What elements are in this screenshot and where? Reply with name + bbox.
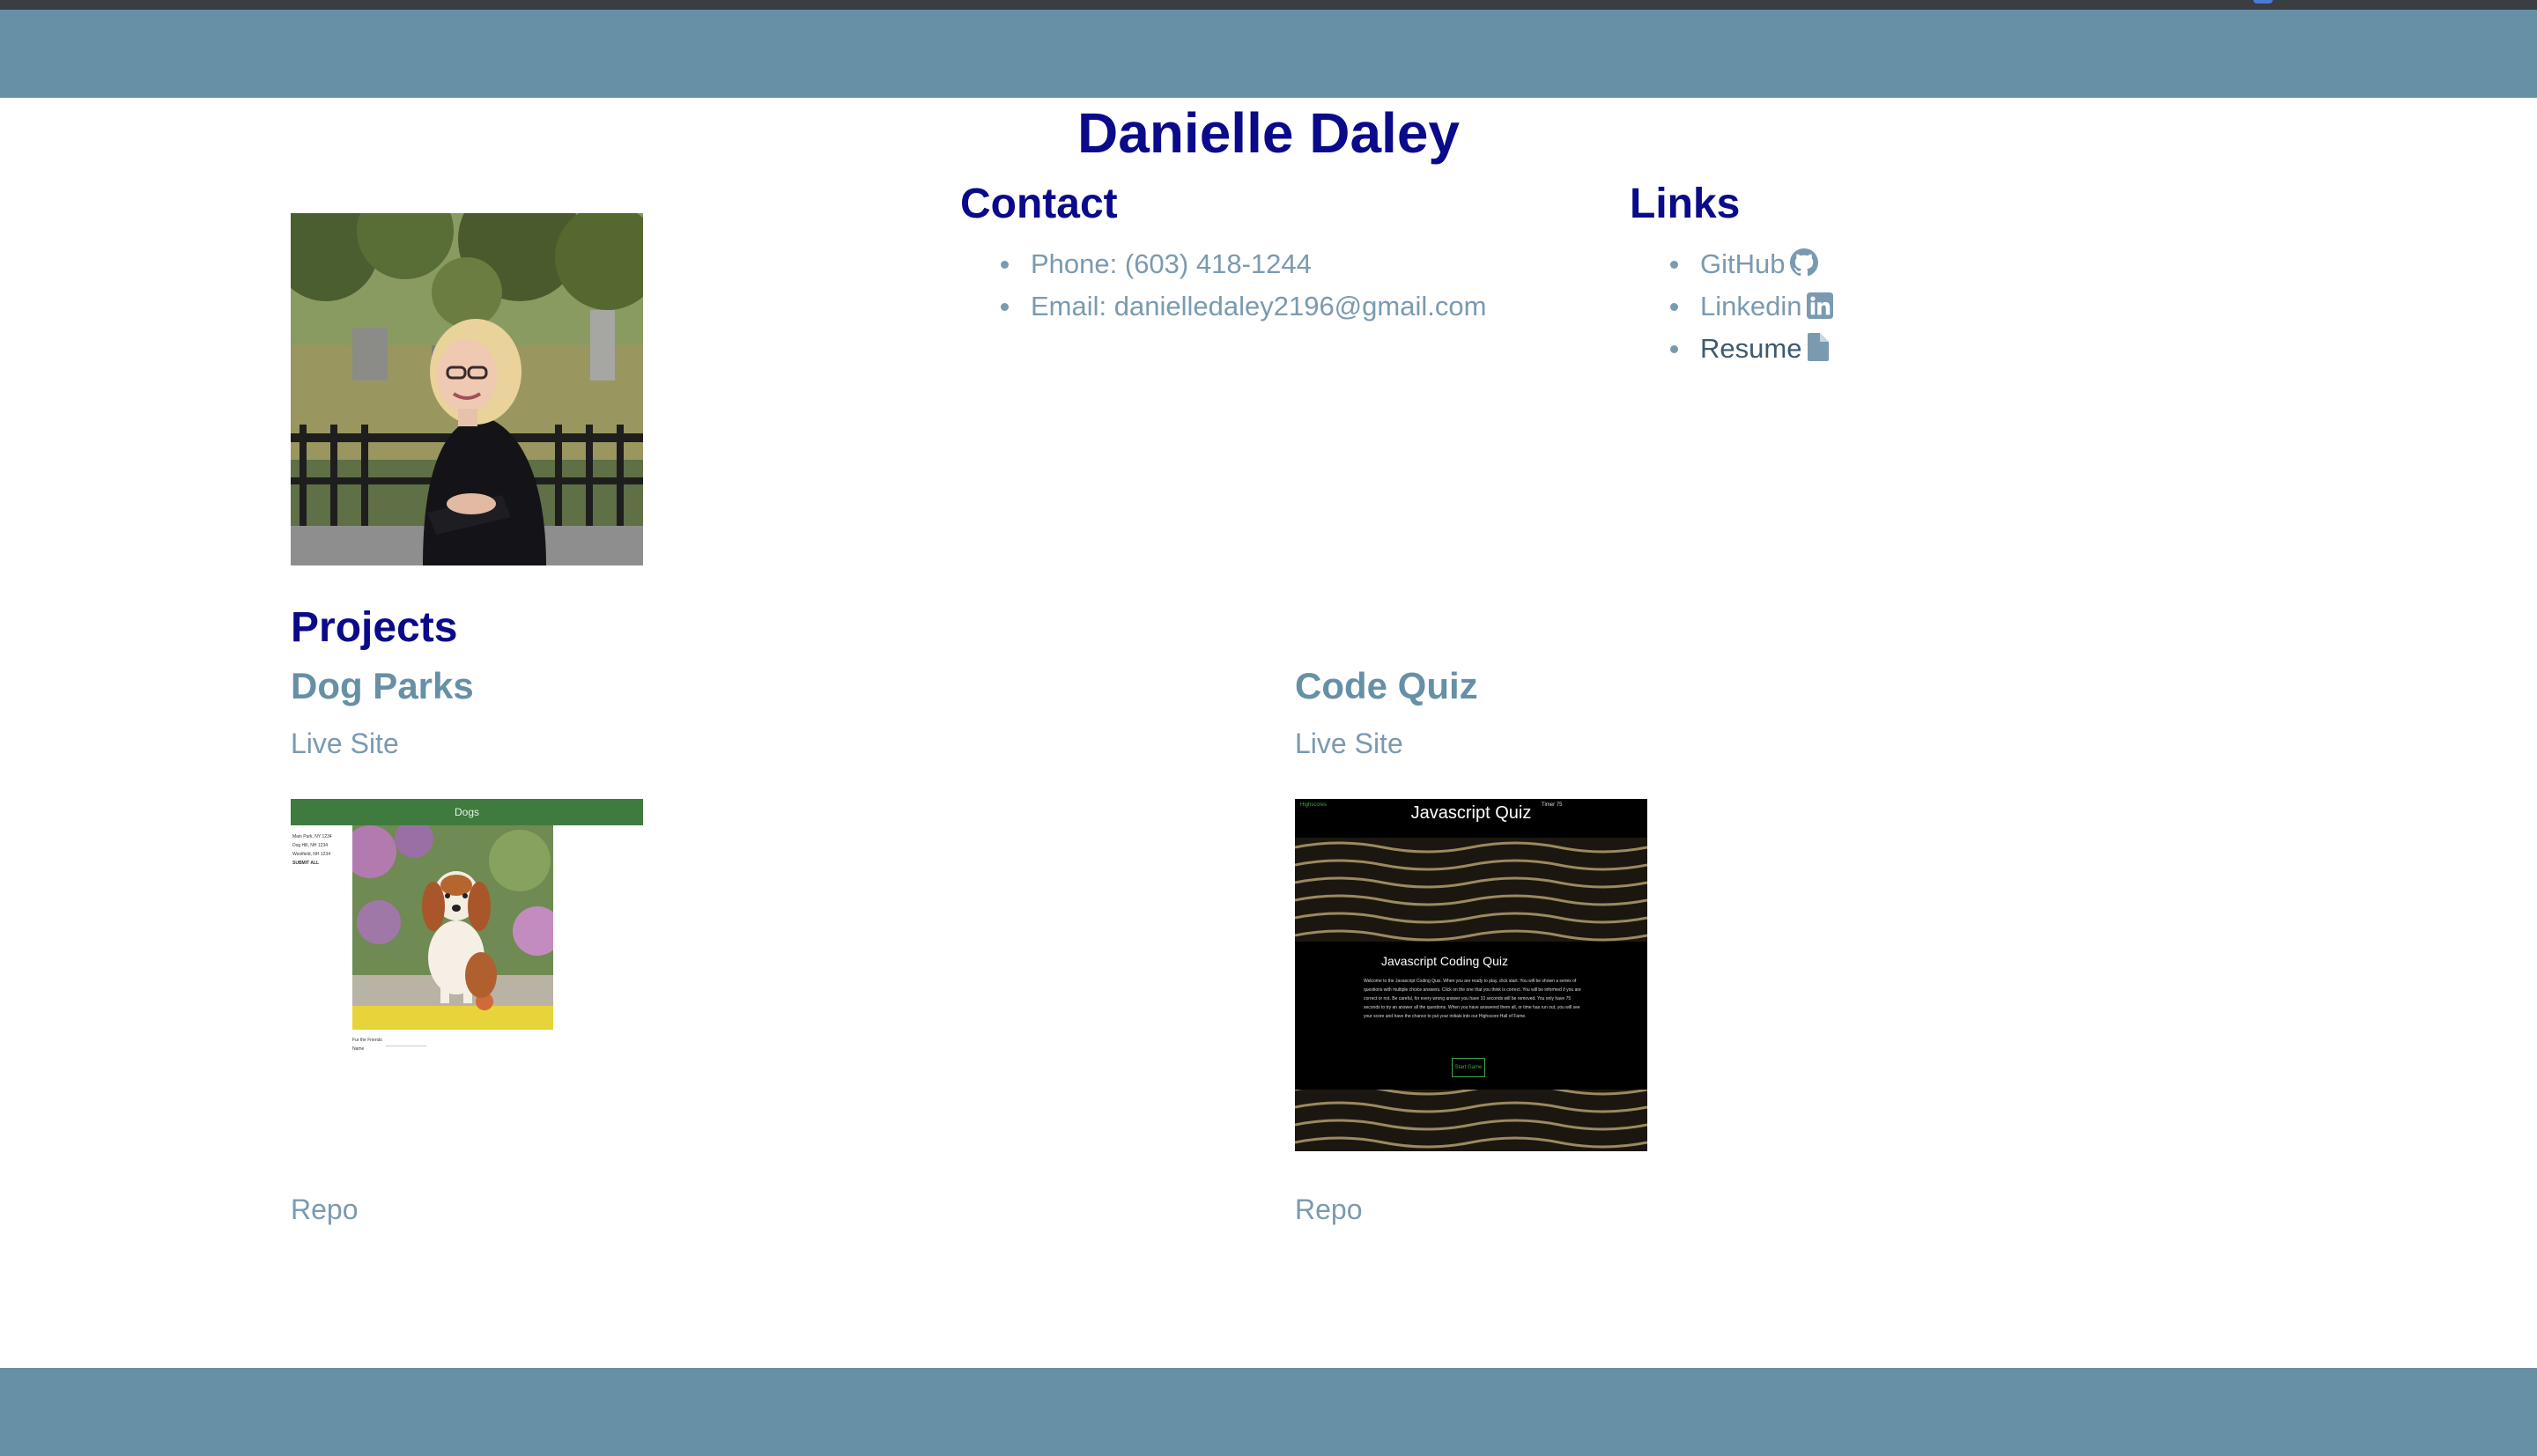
link-linkedin-label: Linkedin — [1700, 291, 1802, 322]
links-heading: Links — [1630, 181, 1741, 227]
link-resume[interactable]: Resume — [1670, 328, 1833, 370]
projects-heading: Projects — [291, 604, 458, 651]
contact-phone: Phone: (603) 418-1244 — [1001, 243, 1486, 285]
quiz-shot-box-title: Javascript Coding Quiz — [1381, 954, 1508, 968]
dog-parks-shot-form: Fur the Friends Name — [352, 1036, 382, 1053]
link-github[interactable]: GitHub — [1670, 243, 1833, 285]
project-code-quiz-repo-link[interactable]: Repo — [1295, 1192, 1363, 1227]
browser-indicator — [2253, 0, 2273, 4]
links-list: GitHub Linkedin Resume — [1670, 243, 1834, 370]
dog-photo — [352, 825, 553, 1030]
project-title-code-quiz: Code Quiz — [1295, 665, 1478, 706]
dog-parks-shot-sidebar-line: Main Park, NY 1234 — [292, 834, 332, 839]
dog-parks-shot-sidebar-line: Westfield, NH 1234 — [292, 852, 330, 857]
project-dog-parks-live-link[interactable]: Live Site — [291, 726, 399, 761]
profile-photo — [291, 213, 643, 565]
page-title: Danielle Daley — [1077, 101, 1460, 165]
github-icon — [1785, 248, 1819, 279]
quiz-shot-start-button: Start Game — [1452, 1058, 1485, 1077]
project-title-dog-parks: Dog Parks — [291, 665, 474, 706]
linkedin-icon — [1801, 291, 1834, 322]
quiz-shot-timer: Timer 75 — [1542, 802, 1563, 808]
project-dog-parks-repo-link[interactable]: Repo — [291, 1192, 359, 1227]
dog-parks-shot-sidebar-line: SUBMIT ALL — [292, 861, 320, 866]
link-resume-label: Resume — [1700, 333, 1802, 364]
dog-parks-shot-form-label: Name — [352, 1046, 365, 1052]
dog-parks-shot-form-label: Fur the Friends — [352, 1038, 382, 1043]
dog-parks-shot-sidebar-line: Dog Hill, NH 1234 — [292, 843, 329, 848]
browser-top-strip — [0, 0, 2537, 10]
water-background — [1295, 799, 1647, 1151]
project-code-quiz-screenshot[interactable]: Highscores Javascript Quiz Timer 75 Java… — [1295, 799, 1647, 1151]
dog-parks-shot-header: Dogs — [291, 799, 643, 825]
contact-email[interactable]: Email: danielledaley2196@gmail.com — [1001, 285, 1486, 328]
dog-parks-shot-sidebar: Main Park, NY 1234 Dog Hill, NH 1234 Wes… — [292, 832, 332, 868]
contact-heading: Contact — [960, 181, 1118, 227]
page-header-bar — [0, 10, 2537, 98]
project-code-quiz-live-link[interactable]: Live Site — [1295, 726, 1403, 761]
project-dog-parks-screenshot[interactable]: Dogs Main Park, NY 1234 Dog Hill, NH 123… — [291, 799, 643, 1151]
quiz-shot-title: Javascript Quiz — [1410, 803, 1532, 823]
contact-list: Phone: (603) 418-1244 Email: danielledal… — [1001, 243, 1486, 328]
link-linkedin[interactable]: Linkedin — [1670, 285, 1834, 328]
quiz-shot-box-text: Welcome to the Javascript Coding Quiz. W… — [1364, 979, 1581, 1019]
link-github-label: GitHub — [1700, 248, 1786, 279]
page-footer-bar — [0, 1368, 2537, 1456]
file-icon — [1801, 333, 1830, 364]
